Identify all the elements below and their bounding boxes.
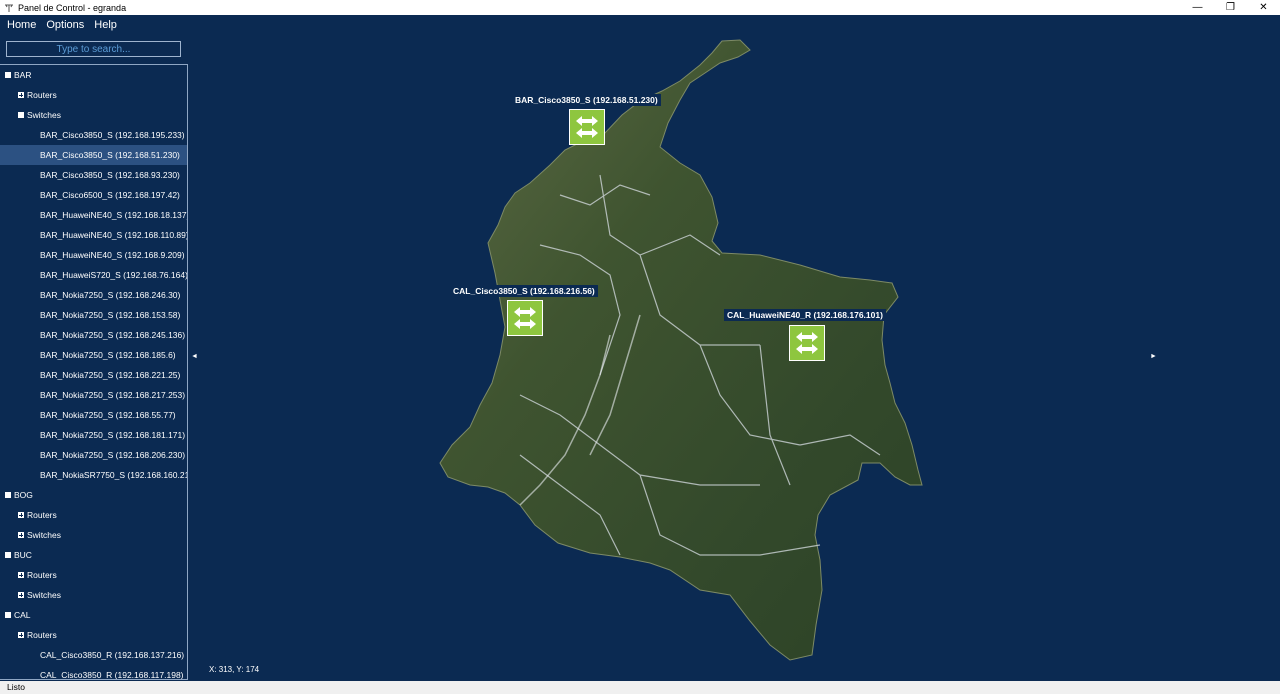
expand-icon[interactable] <box>18 632 24 638</box>
collapse-icon[interactable] <box>5 72 11 78</box>
tree-site-node[interactable]: CAL <box>0 605 187 625</box>
expand-icon[interactable] <box>18 592 24 598</box>
tree-device-item[interactable]: BAR_HuaweiNE40_S (192.168.110.89) <box>0 225 187 245</box>
tree-group-node[interactable]: Routers <box>0 565 187 585</box>
title-bar: Panel de Control - egranda — ❐ ✕ <box>0 0 1280 15</box>
tree-device-item[interactable]: BAR_Nokia7250_S (192.168.181.171) <box>0 425 187 445</box>
search-input[interactable] <box>6 41 181 57</box>
tree-item-label: BAR_HuaweiNE40_S (192.168.18.137) <box>40 210 188 220</box>
tree-item-label: BAR_HuaweiS720_S (192.168.76.164) <box>40 270 188 280</box>
tree-device-item[interactable]: BAR_Nokia7250_S (192.168.153.58) <box>0 305 187 325</box>
collapse-icon[interactable] <box>5 612 11 618</box>
colombia-map[interactable] <box>0 15 1280 681</box>
tree-group-node[interactable]: Routers <box>0 505 187 525</box>
app-icon <box>3 2 15 14</box>
tree-item-label: BAR_Nokia7250_S (192.168.245.136) <box>40 330 186 340</box>
tree-group-node[interactable]: Switches <box>0 105 187 125</box>
expand-icon[interactable] <box>18 512 24 518</box>
tree-item-label: BAR_Nokia7250_S (192.168.221.25) <box>40 370 181 380</box>
tree-item-label: BAR_Cisco3850_S (192.168.93.230) <box>40 170 180 180</box>
tree-item-label: BAR_Cisco3850_S (192.168.195.233) <box>40 130 185 140</box>
tree-group-node[interactable]: Routers <box>0 625 187 645</box>
device-label-cal-huaweine40: CAL_HuaweiNE40_R (192.168.176.101) <box>724 309 886 321</box>
collapse-icon[interactable] <box>18 112 24 118</box>
tree-group-node[interactable]: Switches <box>0 585 187 605</box>
tree-item-label: Routers <box>27 90 57 100</box>
tree-device-item[interactable]: BAR_Nokia7250_S (192.168.185.6) <box>0 345 187 365</box>
tree-device-item[interactable]: BAR_NokiaSR7750_S (192.168.160.218) <box>0 465 187 485</box>
tree-device-item[interactable]: BAR_Nokia7250_S (192.168.246.30) <box>0 285 187 305</box>
tree-item-label: BAR_HuaweiNE40_S (192.168.110.89) <box>40 230 188 240</box>
device-label-cal-cisco3850: CAL_Cisco3850_S (192.168.216.56) <box>450 285 598 297</box>
tree-device-item[interactable]: BAR_Cisco3850_S (192.168.51.230) <box>0 145 187 165</box>
tree-device-item[interactable]: BAR_HuaweiNE40_S (192.168.9.209) <box>0 245 187 265</box>
tree-item-label: BAR_Nokia7250_S (192.168.181.171) <box>40 430 186 440</box>
close-button[interactable]: ✕ <box>1247 0 1280 15</box>
tree-item-label: CAL <box>14 610 31 620</box>
switch-icon[interactable] <box>789 325 825 361</box>
status-bar: Listo <box>0 681 1280 694</box>
tree-device-item[interactable]: BAR_Nokia7250_S (192.168.221.25) <box>0 365 187 385</box>
tree-item-label: BAR_Nokia7250_S (192.168.217.253) <box>40 390 186 400</box>
tree-item-label: Routers <box>27 570 57 580</box>
tree-item-label: BAR_Cisco3850_S (192.168.51.230) <box>40 150 180 160</box>
status-text: Listo <box>7 682 25 692</box>
menu-home[interactable]: Home <box>2 15 41 36</box>
tree-item-label: BAR_Nokia7250_S (192.168.206.230) <box>40 450 186 460</box>
window-title: Panel de Control - egranda <box>18 2 127 13</box>
tree-site-node[interactable]: BOG <box>0 485 187 505</box>
tree-device-item[interactable]: CAL_Cisco3850_R (192.168.137.216) <box>0 645 187 665</box>
menu-bar: Home Options Help <box>0 15 122 36</box>
tree-device-item[interactable]: BAR_Cisco3850_S (192.168.195.233) <box>0 125 187 145</box>
tree-device-item[interactable]: BAR_Nokia7250_S (192.168.245.136) <box>0 325 187 345</box>
collapse-left-arrow-icon[interactable]: ◄ <box>191 353 198 360</box>
tree-device-item[interactable]: CAL_Cisco3850_R (192.168.117.198) <box>0 665 187 680</box>
device-label-bar-cisco3850: BAR_Cisco3850_S (192.168.51.230) <box>512 94 661 106</box>
tree-item-label: Switches <box>27 110 62 120</box>
tree-group-node[interactable]: Routers <box>0 85 187 105</box>
tree-item-label: Switches <box>27 530 62 540</box>
tree-item-label: BAR_Nokia7250_S (192.168.55.77) <box>40 410 176 420</box>
tree-site-node[interactable]: BUC <box>0 545 187 565</box>
tree-item-label: BAR_Nokia7250_S (192.168.246.30) <box>40 290 181 300</box>
device-tree[interactable]: BAR Routers Switches BAR_Cisco3850_S (192.1… <box>0 64 188 680</box>
expand-icon[interactable] <box>18 532 24 538</box>
tree-item-label: BUC <box>14 550 32 560</box>
switch-icon[interactable] <box>507 300 543 336</box>
tree-item-label: BAR_NokiaSR7750_S (192.168.160.218) <box>40 470 188 480</box>
minimize-button[interactable]: — <box>1181 0 1214 15</box>
tree-device-item[interactable]: BAR_Nokia7250_S (192.168.217.253) <box>0 385 187 405</box>
expand-right-arrow-icon[interactable]: ► <box>1150 353 1157 360</box>
expand-icon[interactable] <box>18 92 24 98</box>
tree-item-label: BAR_HuaweiNE40_S (192.168.9.209) <box>40 250 185 260</box>
expand-icon[interactable] <box>18 572 24 578</box>
tree-device-item[interactable]: BAR_HuaweiS720_S (192.168.76.164) <box>0 265 187 285</box>
tree-item-label: BAR <box>14 70 32 80</box>
tree-item-label: CAL_Cisco3850_R (192.168.117.198) <box>40 670 184 680</box>
tree-item-label: Switches <box>27 590 62 600</box>
switch-icon[interactable] <box>569 109 605 145</box>
tree-item-label: BOG <box>14 490 33 500</box>
tree-device-item[interactable]: BAR_Cisco3850_S (192.168.93.230) <box>0 165 187 185</box>
maximize-button[interactable]: ❐ <box>1214 0 1247 15</box>
tree-item-label: Routers <box>27 630 57 640</box>
main-area: Home Options Help BAR Routers Switches BAR_… <box>0 15 1280 681</box>
cursor-coordinates: X: 313, Y: 174 <box>209 665 260 674</box>
tree-group-node[interactable]: Switches <box>0 525 187 545</box>
menu-help[interactable]: Help <box>89 15 122 36</box>
collapse-icon[interactable] <box>5 492 11 498</box>
tree-item-label: CAL_Cisco3850_R (192.168.137.216) <box>40 650 185 660</box>
tree-device-item[interactable]: BAR_Nokia7250_S (192.168.206.230) <box>0 445 187 465</box>
tree-site-node[interactable]: BAR <box>0 65 187 85</box>
tree-device-item[interactable]: BAR_Cisco6500_S (192.168.197.42) <box>0 185 187 205</box>
tree-item-label: BAR_Cisco6500_S (192.168.197.42) <box>40 190 180 200</box>
country-shape <box>439 39 923 661</box>
tree-device-item[interactable]: BAR_HuaweiNE40_S (192.168.18.137) <box>0 205 187 225</box>
menu-options[interactable]: Options <box>41 15 89 36</box>
tree-item-label: BAR_Nokia7250_S (192.168.153.58) <box>40 310 181 320</box>
tree-item-label: BAR_Nokia7250_S (192.168.185.6) <box>40 350 176 360</box>
tree-item-label: Routers <box>27 510 57 520</box>
tree-device-item[interactable]: BAR_Nokia7250_S (192.168.55.77) <box>0 405 187 425</box>
collapse-icon[interactable] <box>5 552 11 558</box>
